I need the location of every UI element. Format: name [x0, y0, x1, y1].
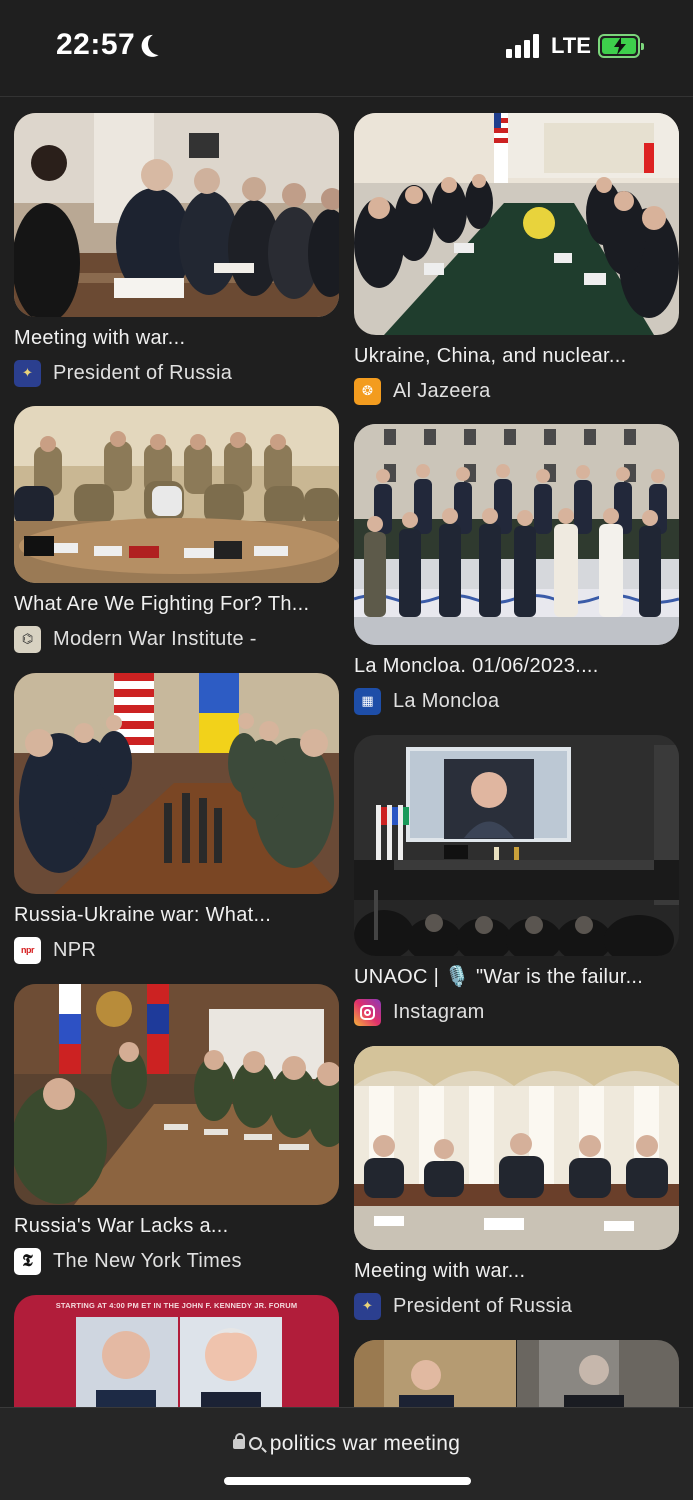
- address-bar-url[interactable]: politics war meeting: [0, 1432, 693, 1456]
- result-thumbnail[interactable]: [14, 673, 339, 894]
- result-caption[interactable]: La Moncloa. 01/06/2023....: [354, 654, 679, 678]
- al-jazeera-logo-icon: ❂: [354, 377, 381, 405]
- search-query: politics war meeting: [269, 1432, 461, 1455]
- result-thumbnail[interactable]: [354, 113, 679, 335]
- result-caption[interactable]: UNAOC | 🎙️ "War is the failur...: [354, 965, 679, 989]
- thumbnail-banner-text: STARTING AT 4:00 PM ET IN THE JOHN F. KE…: [55, 1301, 298, 1310]
- address-bar[interactable]: politics war meeting: [0, 1407, 693, 1500]
- clock: 22:57: [56, 28, 136, 61]
- result-thumbnail[interactable]: [354, 735, 679, 956]
- cellular-signal-icon: [506, 34, 542, 58]
- image-result-card[interactable]: La Moncloa. 01/06/2023.... ▦ La Moncloa: [354, 424, 679, 715]
- source-name: The New York Times: [53, 1249, 242, 1272]
- battery-charging-icon: [598, 34, 644, 58]
- result-source[interactable]: Instagram: [354, 998, 679, 1026]
- result-caption[interactable]: Meeting with war...: [354, 1259, 679, 1283]
- result-thumbnail[interactable]: [354, 1046, 679, 1250]
- result-caption[interactable]: Russia's War Lacks a...: [14, 1214, 339, 1238]
- la-moncloa-logo-icon: ▦: [354, 687, 381, 715]
- source-name: Al Jazeera: [393, 379, 491, 402]
- image-result-card[interactable]: Ukraine, China, and nuclear... ❂ Al Jaze…: [354, 113, 679, 405]
- nyt-logo-icon: 𝕿: [14, 1247, 41, 1275]
- result-thumbnail[interactable]: [14, 113, 339, 317]
- source-name: Modern War Institute -: [53, 627, 257, 650]
- image-result-card[interactable]: Meeting with war... ✦ President of Russi…: [354, 1046, 679, 1320]
- russia-emblem-icon: ✦: [14, 359, 41, 387]
- mwi-logo-icon: ⌬: [14, 625, 41, 653]
- source-name: La Moncloa: [393, 689, 500, 712]
- source-name: President of Russia: [53, 361, 233, 384]
- result-caption[interactable]: Meeting with war...: [14, 326, 339, 350]
- result-thumbnail[interactable]: [14, 984, 339, 1205]
- image-result-card[interactable]: UNAOC | 🎙️ "War is the failur... Instagr…: [354, 735, 679, 1026]
- result-source[interactable]: ⌬ Modern War Institute -: [14, 625, 339, 653]
- result-thumbnail[interactable]: [14, 406, 339, 583]
- instagram-logo-icon: [354, 998, 381, 1026]
- image-result-card[interactable]: Russia-Ukraine war: What... npr NPR: [14, 673, 339, 964]
- result-source[interactable]: ▦ La Moncloa: [354, 687, 679, 715]
- result-caption[interactable]: Ukraine, China, and nuclear...: [354, 344, 679, 368]
- network-type: LTE: [551, 33, 591, 58]
- source-name: President of Russia: [393, 1294, 573, 1317]
- result-source[interactable]: npr NPR: [14, 936, 339, 964]
- npr-logo-icon: npr: [14, 936, 41, 964]
- image-result-card[interactable]: Russia's War Lacks a... 𝕿 The New York T…: [14, 984, 339, 1275]
- image-result-card[interactable]: Meeting with war... ✦ President of Russi…: [14, 113, 339, 387]
- result-source[interactable]: 𝕿 The New York Times: [14, 1247, 339, 1275]
- home-indicator[interactable]: [224, 1477, 471, 1485]
- result-source[interactable]: ❂ Al Jazeera: [354, 377, 679, 405]
- image-result-card[interactable]: What Are We Fighting For? Th... ⌬ Modern…: [14, 406, 339, 653]
- result-source[interactable]: ✦ President of Russia: [14, 359, 339, 387]
- result-caption[interactable]: Russia-Ukraine war: What...: [14, 903, 339, 927]
- search-icon: [248, 1437, 262, 1450]
- result-source[interactable]: ✦ President of Russia: [354, 1292, 679, 1320]
- moon-icon: [146, 31, 171, 56]
- result-thumbnail[interactable]: [354, 424, 679, 645]
- russia-emblem-icon: ✦: [354, 1292, 381, 1320]
- status-bar: 22:57 LTE: [0, 0, 693, 97]
- result-caption[interactable]: What Are We Fighting For? Th...: [14, 592, 339, 616]
- source-name: NPR: [53, 938, 97, 961]
- source-name: Instagram: [393, 1000, 485, 1023]
- lock-icon: [232, 1433, 245, 1449]
